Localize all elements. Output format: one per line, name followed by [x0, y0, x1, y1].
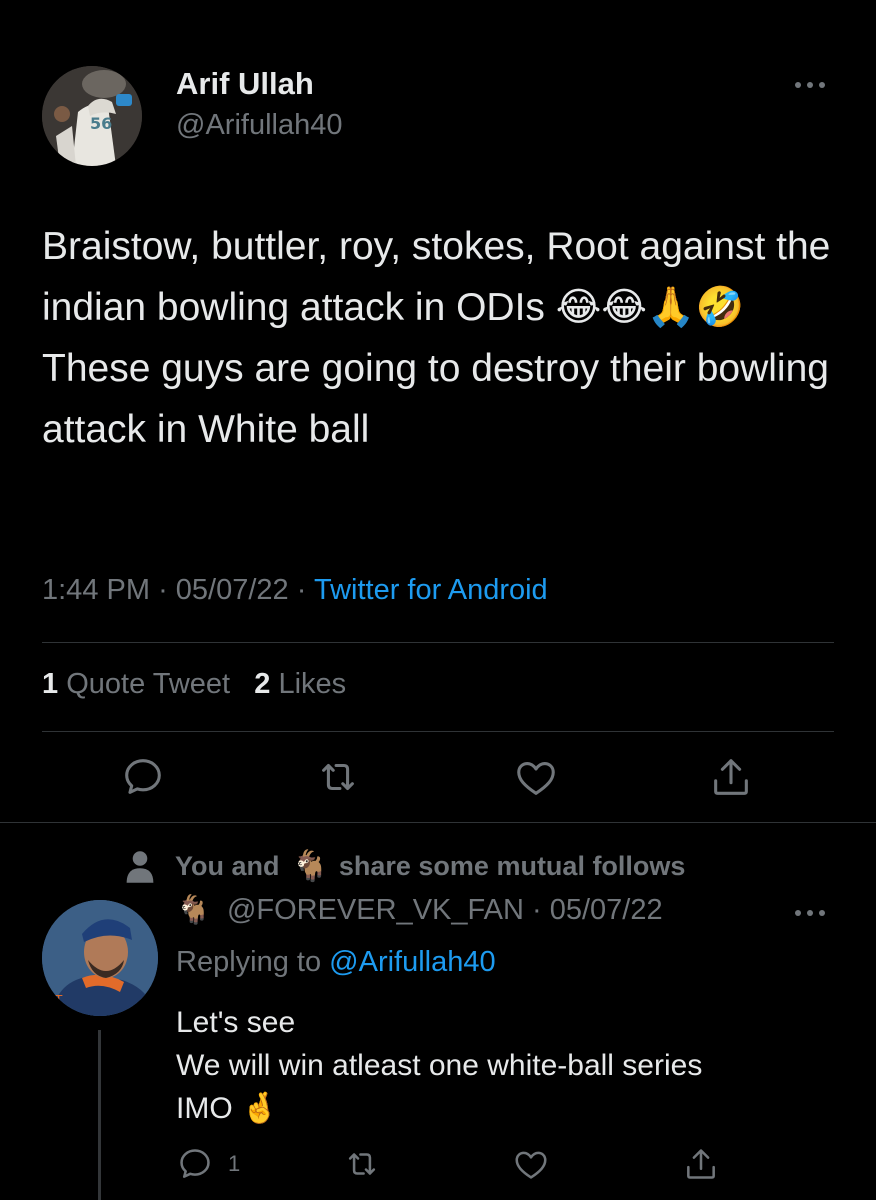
reply-text: Let's see We will win atleast one white-…	[176, 1006, 703, 1125]
share-icon	[687, 1149, 715, 1179]
reply-like-button[interactable]	[512, 1145, 550, 1183]
mutual-suffix: share some mutual follows	[338, 851, 686, 881]
replying-to: Replying to @Arifullah40	[176, 946, 496, 979]
like-icon	[515, 1151, 547, 1179]
thread-line	[98, 1030, 101, 1200]
cricketer-avatar-image: NT	[42, 900, 158, 1016]
author-handle[interactable]: @Arifullah40	[176, 109, 342, 142]
more-dot-icon	[807, 910, 813, 916]
author-name[interactable]: Arif Ullah	[176, 66, 314, 102]
likes-count: 2	[254, 668, 271, 700]
replying-to-mention[interactable]: @Arifullah40	[329, 946, 495, 978]
tweet-text: Braistow, buttler, roy, stokes, Root aga…	[42, 225, 831, 451]
reply-share-button[interactable]	[682, 1145, 720, 1183]
retweet-button[interactable]	[315, 754, 361, 800]
reply-author-avatar[interactable]: NT	[42, 900, 158, 1016]
reply-header: 🐐 @FOREVER_VK_FAN · 05/07/22	[176, 893, 663, 927]
reply-author-handle[interactable]: @FOREVER_VK_FAN	[227, 894, 524, 926]
goat-emoji: 🐐	[291, 850, 329, 883]
reply-date[interactable]: 05/07/22	[550, 894, 663, 926]
share-button[interactable]	[708, 754, 754, 800]
tweet-date[interactable]: 05/07/22	[176, 574, 289, 606]
tweet-metadata: 1:44 PM · 05/07/22 · Twitter for Android	[42, 574, 548, 607]
person-icon	[126, 850, 154, 883]
more-dot-icon	[795, 82, 801, 88]
reply-count: 1	[228, 1151, 241, 1176]
reply-reply-button[interactable]: 1	[176, 1145, 240, 1183]
replying-label: Replying to	[176, 946, 322, 978]
author-avatar[interactable]: 56	[42, 66, 142, 166]
cricketer-avatar-image: 56	[42, 66, 142, 166]
likes-label: Likes	[278, 668, 347, 700]
retweet-icon	[322, 763, 354, 791]
more-options-button[interactable]	[795, 908, 825, 918]
share-icon	[714, 759, 748, 795]
meta-separator: ·	[531, 894, 542, 926]
retweet-icon	[348, 1153, 376, 1175]
quote-tweet-count: 1	[42, 668, 59, 700]
more-dot-icon	[807, 82, 813, 88]
divider	[42, 642, 834, 643]
reply-retweet-button[interactable]	[343, 1145, 381, 1183]
goat-emoji[interactable]: 🐐	[176, 894, 211, 925]
svg-text:NT: NT	[46, 993, 63, 1007]
divider	[42, 731, 834, 732]
more-dot-icon	[819, 910, 825, 916]
like-icon	[517, 762, 555, 795]
mutual-prefix: You and	[175, 851, 280, 881]
quote-tweets-link[interactable]: 1 Quote Tweet	[42, 668, 230, 700]
more-dot-icon	[795, 910, 801, 916]
reply-icon	[125, 759, 161, 794]
more-dot-icon	[819, 82, 825, 88]
likes-link[interactable]: 2 Likes	[254, 668, 346, 700]
reply-icon	[176, 1145, 214, 1183]
tweet-time[interactable]: 1:44 PM	[42, 574, 150, 606]
tweet-source-link[interactable]: Twitter for Android	[314, 574, 548, 606]
mutual-follows-notice[interactable]: You and 🐐 share some mutual follows	[125, 849, 685, 884]
divider	[0, 822, 876, 823]
more-options-button[interactable]	[795, 80, 825, 90]
reply-button[interactable]	[120, 754, 166, 800]
tweet-stats: 1 Quote Tweet 2 Likes	[42, 668, 346, 701]
quote-tweet-label: Quote Tweet	[66, 668, 231, 700]
svg-text:56: 56	[90, 114, 112, 133]
meta-separator: ·	[296, 574, 307, 606]
like-button[interactable]	[513, 754, 559, 800]
meta-separator: ·	[158, 574, 168, 606]
